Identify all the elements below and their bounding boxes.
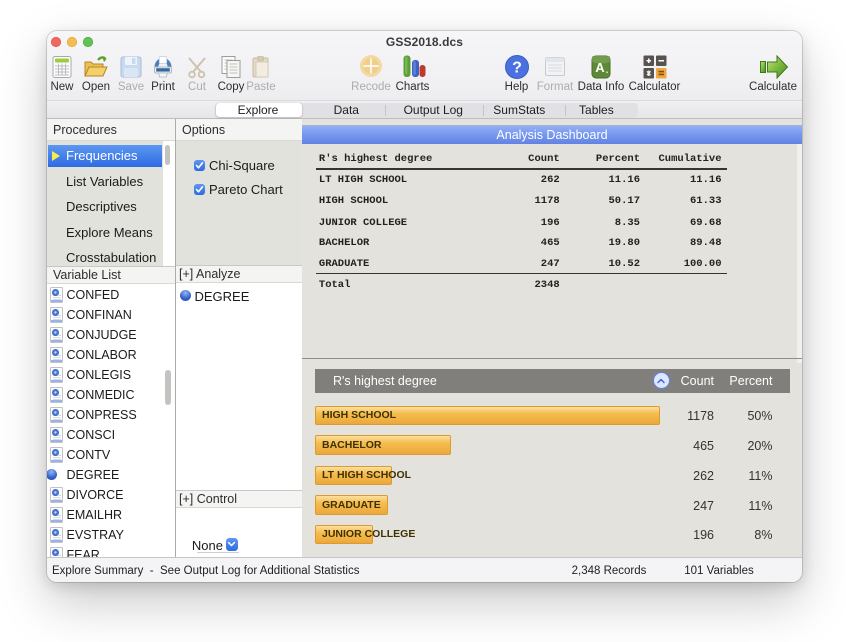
svg-text:.: .	[606, 65, 609, 76]
svg-text:A: A	[595, 60, 605, 75]
